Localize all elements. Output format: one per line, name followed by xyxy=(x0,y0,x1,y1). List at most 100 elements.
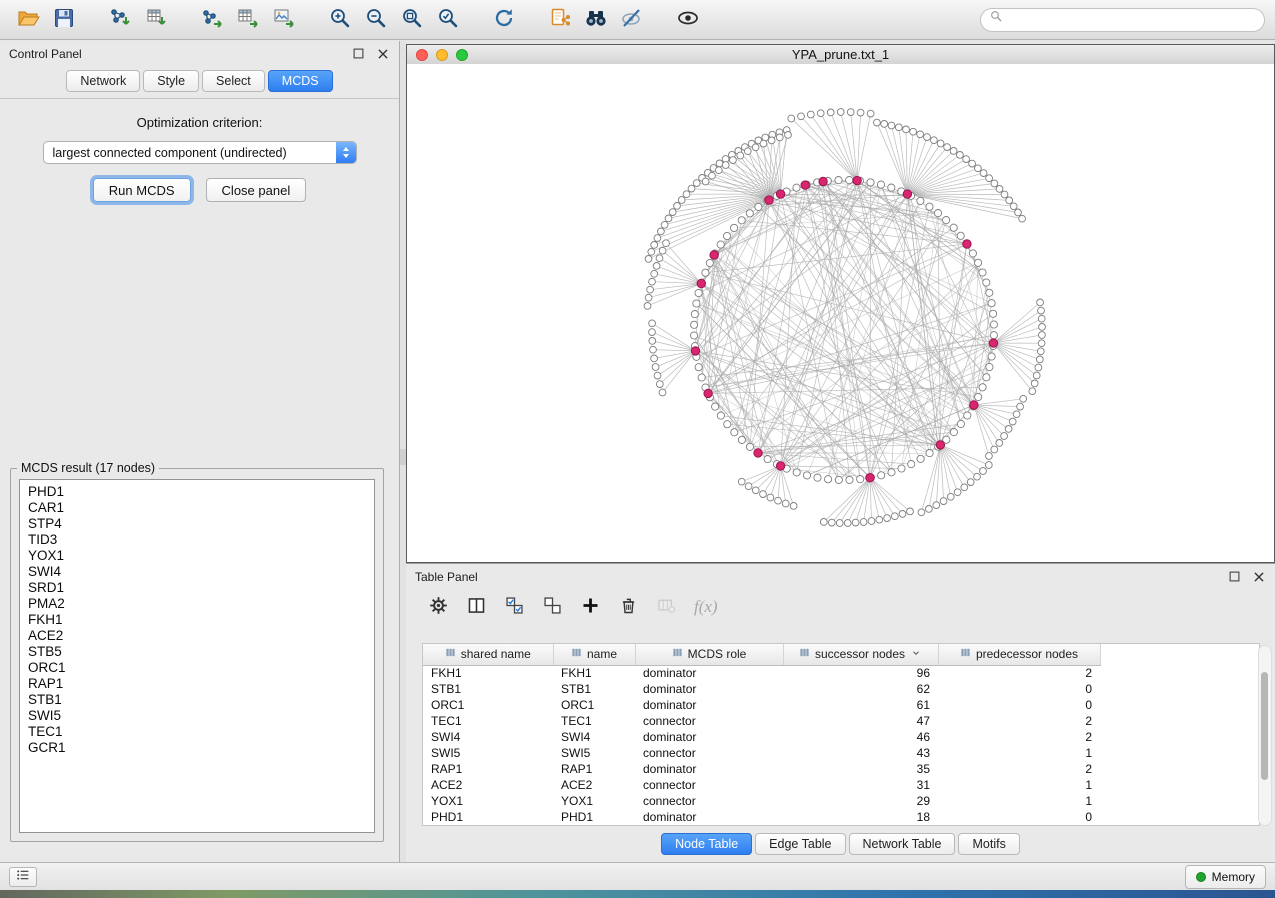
zoom-fit-button[interactable] xyxy=(394,5,430,35)
table-row[interactable]: SWI5SWI5connector431 xyxy=(423,745,1100,761)
dominator-node[interactable] xyxy=(970,401,978,409)
show-columns-button[interactable] xyxy=(466,595,487,619)
mcds-result-item[interactable]: GCR1 xyxy=(28,740,366,756)
dominator-node[interactable] xyxy=(853,176,861,184)
tab-motifs[interactable]: Motifs xyxy=(958,833,1019,855)
mcds-result-item[interactable]: STB5 xyxy=(28,644,366,660)
table-row[interactable]: FKH1FKH1dominator962 xyxy=(423,665,1100,681)
mcds-result-item[interactable]: SWI4 xyxy=(28,564,366,580)
export-network-button[interactable] xyxy=(194,5,230,35)
table-settings-gear-button[interactable] xyxy=(428,595,449,619)
tab-edge-table[interactable]: Edge Table xyxy=(755,833,845,855)
dominator-node[interactable] xyxy=(754,449,762,457)
dominator-node[interactable] xyxy=(776,462,784,470)
dominator-node[interactable] xyxy=(936,441,944,449)
run-mcds-button[interactable]: Run MCDS xyxy=(93,178,191,202)
table-row[interactable]: PHD1PHD1dominator180 xyxy=(423,809,1100,825)
mcds-result-item[interactable]: TID3 xyxy=(28,532,366,548)
mcds-result-item[interactable]: PMA2 xyxy=(28,596,366,612)
tab-network-table[interactable]: Network Table xyxy=(849,833,956,855)
show-graphics-details-button[interactable] xyxy=(670,5,706,35)
open-file-button[interactable] xyxy=(10,5,46,35)
table-row[interactable]: TEC1TEC1connector472 xyxy=(423,713,1100,729)
close-window-icon[interactable] xyxy=(416,49,428,61)
mcds-result-item[interactable]: RAP1 xyxy=(28,676,366,692)
criterion-dropdown[interactable]: largest connected component (undirected) xyxy=(43,141,357,164)
mcds-result-item[interactable]: CAR1 xyxy=(28,500,366,516)
mcds-result-item[interactable]: TEC1 xyxy=(28,724,366,740)
mcds-result-item[interactable]: SRD1 xyxy=(28,580,366,596)
dominator-node[interactable] xyxy=(866,474,874,482)
table-row[interactable]: RAP1RAP1dominator352 xyxy=(423,761,1100,777)
zoom-out-button[interactable] xyxy=(358,5,394,35)
network-canvas[interactable] xyxy=(407,64,1274,562)
tab-select[interactable]: Select xyxy=(202,70,265,92)
column-header-name[interactable]: name xyxy=(553,644,635,665)
memory-button[interactable]: Memory xyxy=(1185,865,1266,889)
close-icon[interactable] xyxy=(376,47,390,61)
table-row[interactable]: YOX1YOX1connector291 xyxy=(423,793,1100,809)
dominator-node[interactable] xyxy=(710,251,718,259)
dominator-node[interactable] xyxy=(704,389,712,397)
mcds-result-item[interactable]: PHD1 xyxy=(28,484,366,500)
maximize-window-icon[interactable] xyxy=(456,49,468,61)
search-input[interactable] xyxy=(1005,11,1256,28)
delete-rows-button[interactable] xyxy=(618,595,639,619)
close-panel-button[interactable]: Close panel xyxy=(206,178,307,202)
scrollbar-thumb[interactable] xyxy=(1261,672,1268,780)
show-panels-button[interactable] xyxy=(9,867,37,887)
network-graph[interactable] xyxy=(407,64,1274,562)
dominator-node[interactable] xyxy=(697,279,705,287)
mcds-result-item[interactable]: SWI5 xyxy=(28,708,366,724)
minimize-window-icon[interactable] xyxy=(436,49,448,61)
export-image-button[interactable] xyxy=(266,5,302,35)
table-scrollbar[interactable] xyxy=(1258,645,1272,826)
refresh-layout-button[interactable] xyxy=(486,5,522,35)
table-row[interactable]: STB1STB1dominator620 xyxy=(423,681,1100,697)
tab-network[interactable]: Network xyxy=(66,70,140,92)
table-row[interactable]: ORC1ORC1dominator610 xyxy=(423,697,1100,713)
mcds-result-item[interactable]: STB1 xyxy=(28,692,366,708)
table-row[interactable]: ACE2ACE2connector311 xyxy=(423,777,1100,793)
select-all-rows-button[interactable] xyxy=(504,595,525,619)
dominator-node[interactable] xyxy=(765,196,773,204)
dominator-node[interactable] xyxy=(989,339,997,347)
deselect-all-rows-button[interactable] xyxy=(542,595,563,619)
import-network-button[interactable] xyxy=(102,5,138,35)
mcds-result-item[interactable]: YOX1 xyxy=(28,548,366,564)
zoom-in-button[interactable] xyxy=(322,5,358,35)
mcds-result-item[interactable]: ORC1 xyxy=(28,660,366,676)
find-binoculars-button[interactable] xyxy=(578,5,614,35)
function-builder-button[interactable]: f(x) xyxy=(694,597,718,617)
close-icon[interactable] xyxy=(1252,570,1266,584)
add-row-button[interactable] xyxy=(580,595,601,619)
float-window-icon[interactable] xyxy=(1227,569,1242,584)
dominator-node[interactable] xyxy=(903,190,911,198)
mcds-result-item[interactable]: ACE2 xyxy=(28,628,366,644)
dominator-node[interactable] xyxy=(691,347,699,355)
float-window-icon[interactable] xyxy=(351,46,366,61)
tab-node-table[interactable]: Node Table xyxy=(661,833,752,855)
dominator-node[interactable] xyxy=(963,240,971,248)
table-row[interactable]: SWI4SWI4dominator462 xyxy=(423,729,1100,745)
filter-hide-button[interactable] xyxy=(614,5,650,35)
column-header-mcds-role[interactable]: MCDS role xyxy=(635,644,783,665)
column-header-shared-name[interactable]: shared name xyxy=(423,644,553,665)
network-window-titlebar[interactable]: YPA_prune.txt_1 xyxy=(407,45,1274,65)
share-document-button[interactable] xyxy=(542,5,578,35)
tab-mcds[interactable]: MCDS xyxy=(268,70,333,92)
save-session-button[interactable] xyxy=(46,5,82,35)
column-header-predecessor-nodes[interactable]: predecessor nodes xyxy=(938,644,1100,665)
tab-style[interactable]: Style xyxy=(143,70,199,92)
mcds-result-item[interactable]: FKH1 xyxy=(28,612,366,628)
dominator-node[interactable] xyxy=(776,190,784,198)
column-header-successor-nodes[interactable]: successor nodes xyxy=(783,644,938,665)
mcds-result-item[interactable]: STP4 xyxy=(28,516,366,532)
search-box[interactable] xyxy=(980,8,1265,32)
dominator-node[interactable] xyxy=(801,181,809,189)
zoom-selected-button[interactable] xyxy=(430,5,466,35)
export-table-button[interactable] xyxy=(230,5,266,35)
dominator-node[interactable] xyxy=(819,177,827,185)
import-table-button[interactable] xyxy=(138,5,174,35)
mcds-result-list[interactable]: PHD1CAR1STP4TID3YOX1SWI4SRD1PMA2FKH1ACE2… xyxy=(19,479,375,833)
